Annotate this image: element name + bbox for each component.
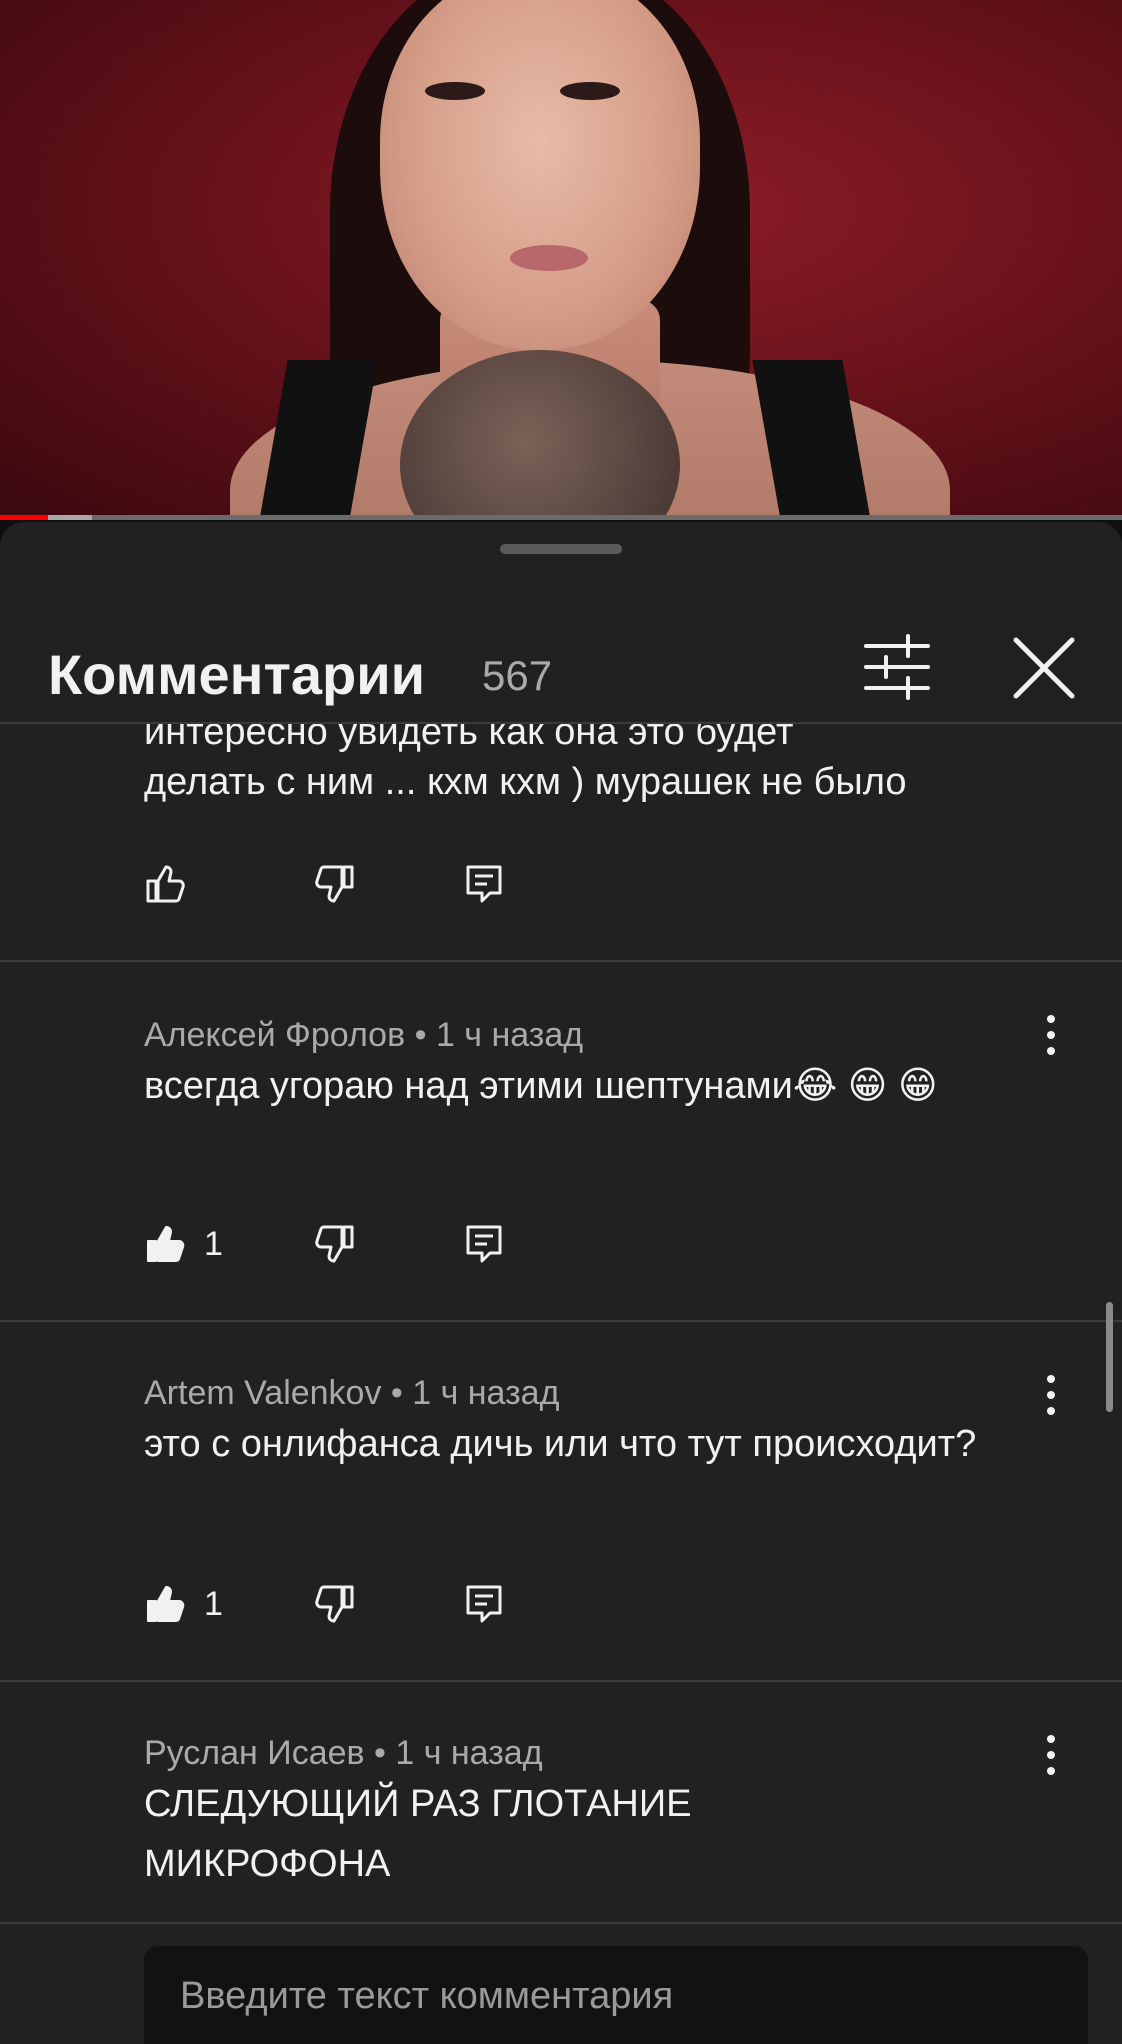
video-player[interactable] — [0, 0, 1122, 520]
sort-filter-icon — [864, 634, 930, 700]
like-button[interactable]: 1 — [144, 1214, 223, 1274]
more-options-button[interactable] — [1038, 1370, 1064, 1420]
comment-actions: 1 — [144, 1574, 544, 1634]
comment-text: всегда угораю над этими шептунами😂 😁 😁 — [144, 1065, 938, 1107]
more-vertical-icon — [1047, 1735, 1055, 1775]
reply-icon — [466, 1585, 502, 1623]
thumb-down-icon — [315, 1585, 354, 1623]
comments-list[interactable]: интересно увидеть как она это будет дела… — [0, 724, 1122, 1922]
comment-text: СЛЕДУЮЩИЙ РАЗ ГЛОТАНИЕ МИКРОФОНА — [144, 1783, 692, 1885]
comment-input-bar — [0, 1922, 1122, 2044]
comments-count: 567 — [482, 652, 553, 699]
like-button[interactable] — [144, 854, 186, 914]
dislike-button[interactable] — [314, 1214, 356, 1274]
video-frame-lips — [510, 245, 588, 271]
reply-button[interactable] — [464, 1214, 504, 1274]
more-options-button[interactable] — [1038, 1730, 1064, 1780]
more-vertical-icon — [1047, 1015, 1055, 1055]
video-frame-eye — [425, 82, 485, 100]
reply-button[interactable] — [464, 854, 504, 914]
comment-meta: Artem Valenkov • 1 ч назад — [144, 1374, 560, 1412]
sort-filter-button[interactable] — [862, 632, 932, 702]
close-icon — [1013, 637, 1075, 699]
comment-text: делать с ним ... кхм кхм ) мурашек не бы… — [144, 761, 907, 803]
comment-actions: 1 — [144, 1214, 544, 1274]
drag-handle[interactable] — [500, 544, 622, 554]
video-frame-eye — [560, 82, 620, 100]
progress-played — [0, 515, 49, 520]
comment-meta: Руслан Исаев • 1 ч назад — [144, 1734, 543, 1772]
comment-input[interactable] — [144, 1946, 1088, 2044]
comment-item: Artem Valenkov • 1 ч назад это с онлифан… — [0, 1322, 1122, 1680]
thumb-up-icon — [146, 865, 185, 903]
comment-text: это с онлифанса дичь или что тут происхо… — [144, 1423, 977, 1465]
video-frame-face — [380, 0, 700, 350]
thumb-down-icon — [315, 865, 354, 903]
comment-actions — [144, 854, 544, 914]
dislike-button[interactable] — [314, 854, 356, 914]
like-count: 1 — [204, 1584, 223, 1623]
reply-icon — [466, 865, 502, 903]
more-options-button[interactable] — [1038, 1010, 1064, 1060]
reply-icon — [466, 1225, 502, 1263]
more-vertical-icon — [1047, 1375, 1055, 1415]
comment-item: Руслан Исаев • 1 ч назад СЛЕДУЮЩИЙ РАЗ Г… — [0, 1682, 1122, 1922]
thumb-up-icon — [147, 1226, 185, 1262]
like-button[interactable]: 1 — [144, 1574, 223, 1634]
comments-scrollbar[interactable] — [1106, 1302, 1113, 1412]
dislike-button[interactable] — [314, 1574, 356, 1634]
comments-title: Комментарии — [48, 643, 426, 706]
video-progress-bar[interactable] — [0, 515, 1122, 520]
close-button[interactable] — [1006, 630, 1082, 706]
reply-button[interactable] — [464, 1574, 504, 1634]
comments-header: Комментарии 567 — [0, 602, 1122, 724]
comment-meta: Алексей Фролов • 1 ч назад — [144, 1016, 584, 1054]
thumb-up-icon — [147, 1586, 185, 1622]
like-count: 1 — [204, 1224, 223, 1263]
thumb-down-icon — [315, 1225, 354, 1263]
comments-sheet: Комментарии 567 интересно увидеть как он… — [0, 522, 1122, 2044]
comment-item: Алексей Фролов • 1 ч назад всегда угораю… — [0, 962, 1122, 1320]
